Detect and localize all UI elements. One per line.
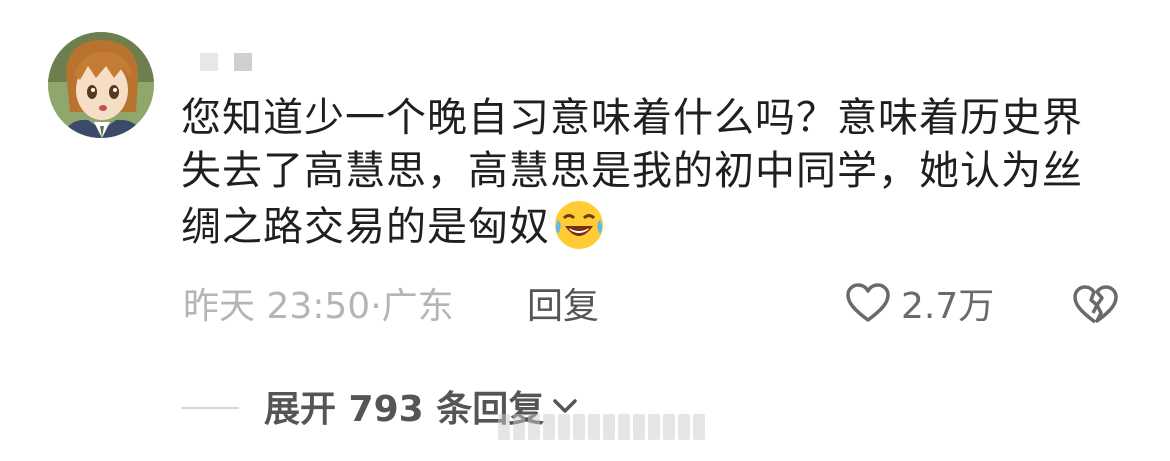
comment-text: 您知道少一个晚自习意味着什么吗？意味着历史界失去了高慧思，高慧思是我的初中同学，… bbox=[181, 92, 1101, 254]
reply-label: 回复 bbox=[527, 286, 600, 327]
username-redacted bbox=[200, 53, 252, 73]
like-count: 2.7万 bbox=[901, 286, 995, 327]
redaction-block bbox=[234, 53, 252, 71]
avatar[interactable] bbox=[48, 32, 154, 138]
laughing-crying-face-emoji bbox=[555, 201, 603, 249]
watermark bbox=[498, 414, 705, 444]
dislike-button[interactable] bbox=[1070, 278, 1120, 328]
time-location: 昨天 23:50·广东 bbox=[183, 286, 454, 327]
comment-body: 您知道少一个晚自习意味着什么吗？意味着历史界失去了高慧思，高慧思是我的初中同学，… bbox=[181, 95, 1083, 250]
reply-button[interactable]: 回复 bbox=[527, 278, 599, 328]
broken-heart-icon bbox=[1073, 285, 1118, 324]
redaction-block bbox=[200, 53, 218, 71]
comment-meta: 昨天 23:50·广东 bbox=[183, 278, 454, 328]
divider bbox=[181, 407, 239, 409]
heart-icon bbox=[846, 283, 890, 322]
like-button[interactable]: 2.7万 bbox=[845, 278, 994, 328]
